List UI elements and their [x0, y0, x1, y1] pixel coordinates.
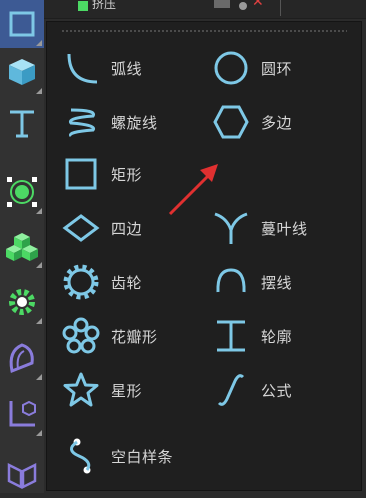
extrude-object-icon — [78, 1, 88, 11]
menu-item-circle[interactable]: 圆环 — [209, 46, 359, 90]
bend-deformer-icon[interactable] — [0, 334, 44, 382]
star-icon — [63, 372, 99, 407]
object-name[interactable]: 挤压 — [92, 0, 116, 12]
annotation-arrow-icon — [168, 164, 218, 216]
cube-icon[interactable] — [0, 48, 44, 96]
tear-off-handle[interactable] — [61, 29, 347, 33]
empty-spline-icon — [70, 438, 91, 474]
object-row: 挤压 ✕ — [44, 0, 366, 19]
menu-item-label: 圆环 — [261, 59, 293, 78]
menu-item-label: 星形 — [111, 381, 143, 400]
menu-item-star[interactable]: 星形 — [59, 368, 209, 412]
cog-icon — [63, 264, 99, 300]
helix-icon — [68, 108, 96, 138]
menu-item-label: 公式 — [261, 381, 293, 400]
menu-item-label: 轮廓 — [261, 327, 293, 346]
axis-icon[interactable] — [0, 390, 44, 438]
diamond-icon — [62, 214, 100, 242]
menu-item-label: 空白样条 — [111, 447, 174, 466]
menu-item-polygon[interactable]: 多边 — [209, 100, 359, 144]
menu-item-cycloid[interactable]: 摆线 — [209, 260, 359, 304]
menu-item-formula[interactable]: 公式 — [209, 368, 359, 412]
arc-icon — [67, 53, 98, 84]
menu-item-label: 齿轮 — [111, 273, 143, 292]
profile-icon — [217, 320, 245, 352]
gear-deformer-icon[interactable] — [0, 278, 44, 326]
menu-item-label: 摆线 — [261, 273, 293, 292]
polygon-icon — [213, 105, 249, 139]
menu-item-profile[interactable]: 轮廓 — [209, 314, 359, 358]
spline-tool-icon[interactable] — [0, 0, 44, 48]
tool-palette — [0, 0, 44, 493]
menu-item-label: 螺旋线 — [111, 113, 158, 132]
visibility-dot[interactable] — [239, 2, 247, 10]
circle-icon — [214, 51, 248, 85]
menu-item-label: 多边 — [261, 113, 293, 132]
rectangle-icon — [65, 158, 97, 190]
flower-icon — [62, 317, 100, 354]
text-icon[interactable] — [0, 100, 44, 148]
menu-item-flower[interactable]: 花瓣形 — [59, 314, 209, 358]
menu-item-cog[interactable]: 齿轮 — [59, 260, 209, 304]
menu-item-arc[interactable]: 弧线 — [59, 46, 209, 90]
menu-item-label: 蔓叶线 — [261, 219, 308, 238]
menu-item-cissoid[interactable]: 蔓叶线 — [209, 206, 359, 250]
disable-x-icon[interactable]: ✕ — [252, 0, 264, 10]
menu-item-helix[interactable]: 螺旋线 — [59, 100, 209, 144]
formula-icon — [217, 374, 245, 406]
null-object-icon[interactable] — [0, 168, 44, 216]
menu-item-empty-spline[interactable]: 空白样条 — [59, 434, 209, 478]
layer-tag[interactable] — [214, 0, 230, 8]
menu-item-label: 四边 — [111, 219, 143, 238]
menu-item-label: 弧线 — [111, 59, 143, 78]
cycloid-icon — [216, 268, 246, 293]
column-divider — [280, 0, 281, 16]
cloner-icon[interactable] — [0, 222, 44, 270]
morph-icon[interactable] — [0, 450, 44, 498]
spline-popup-menu: 弧线 圆环 螺旋线 多边 矩形 四边 蔓叶线 齿轮 摆线 花瓣形 轮廓 星形 公… — [46, 21, 362, 491]
menu-item-label: 矩形 — [111, 165, 143, 184]
menu-item-label: 花瓣形 — [111, 327, 158, 346]
